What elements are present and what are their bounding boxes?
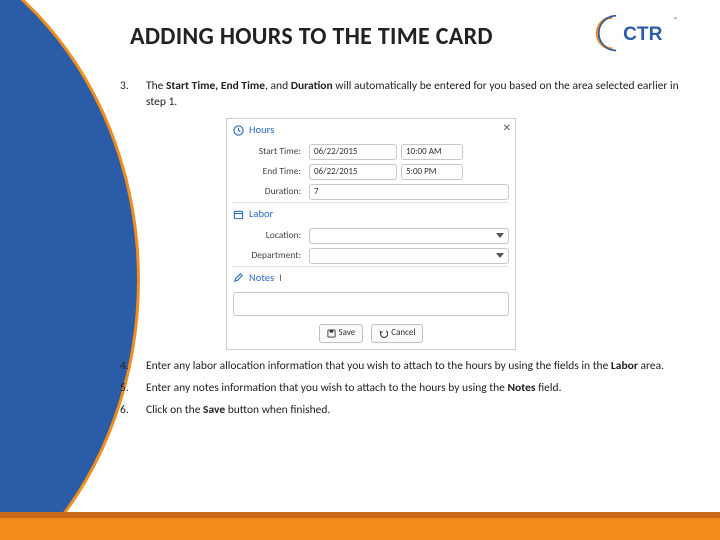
- end-time-row: End Time: 06/22/2015 5:00 PM: [227, 162, 515, 182]
- page-title: ADDING HOURS TO THE TIME CARD: [130, 22, 493, 51]
- ctr-logo: CTR ™: [592, 14, 682, 54]
- notes-textarea[interactable]: [233, 292, 509, 316]
- cancel-button[interactable]: Cancel: [371, 324, 423, 343]
- step-number: 6.: [120, 402, 129, 418]
- duration-field[interactable]: 7: [309, 184, 509, 200]
- content-body: 3. The Start Time, End Time, and Duratio…: [120, 78, 690, 424]
- step-number: 4.: [120, 358, 129, 374]
- department-label: Department:: [233, 249, 305, 262]
- step-list: 3. The Start Time, End Time, and Duratio…: [120, 78, 690, 418]
- duration-label: Duration:: [233, 185, 305, 198]
- duration-row: Duration: 7: [227, 182, 515, 202]
- start-date-field[interactable]: 06/22/2015: [309, 144, 397, 160]
- step-5: 5. Enter any notes information that you …: [120, 380, 690, 396]
- step-text: Click on the Save button when finished.: [146, 403, 330, 417]
- undo-icon: [379, 329, 388, 338]
- end-date-field[interactable]: 06/22/2015: [309, 164, 397, 180]
- department-select[interactable]: [309, 248, 509, 264]
- location-select[interactable]: [309, 228, 509, 244]
- step-4: 4. Enter any labor allocation informatio…: [120, 358, 690, 374]
- end-time-field[interactable]: 5:00 PM: [401, 164, 463, 180]
- step-text: The Start Time, End Time, and Duration w…: [146, 79, 679, 109]
- location-row: Location:: [227, 226, 515, 246]
- location-label: Location:: [233, 229, 305, 242]
- labor-header-label: Labor: [249, 207, 273, 222]
- svg-text:™: ™: [674, 17, 678, 23]
- end-time-label: End Time:: [233, 165, 305, 178]
- start-time-label: Start Time:: [233, 145, 305, 158]
- bottom-bar-light: [0, 518, 720, 540]
- save-button-label: Save: [339, 327, 356, 340]
- step-number: 3.: [120, 78, 129, 94]
- popup-footer: Save Cancel: [227, 320, 515, 349]
- step-text: Enter any labor allocation information t…: [146, 359, 664, 373]
- labor-section-header: Labor: [227, 203, 515, 226]
- hours-popup: ✕ Hours Start Time: 06/22/2015 10:00 AM: [226, 118, 516, 350]
- hours-header-label: Hours: [249, 123, 274, 138]
- notes-header-label: Notes: [249, 271, 274, 286]
- step-6: 6. Click on the Save button when finishe…: [120, 402, 690, 418]
- department-row: Department:: [227, 246, 515, 266]
- step-3: 3. The Start Time, End Time, and Duratio…: [120, 78, 690, 350]
- calendar-icon: [233, 209, 244, 220]
- step-number: 5.: [120, 380, 129, 396]
- left-arc-decoration: [0, 0, 140, 540]
- close-icon[interactable]: ✕: [503, 121, 511, 135]
- notes-section-header: NotesI: [227, 267, 515, 290]
- pencil-icon: [233, 272, 244, 283]
- save-button[interactable]: Save: [319, 324, 364, 343]
- start-time-row: Start Time: 06/22/2015 10:00 AM: [227, 142, 515, 162]
- cancel-button-label: Cancel: [391, 327, 415, 340]
- slide: ADDING HOURS TO THE TIME CARD CTR ™ 3. T…: [0, 0, 720, 540]
- save-icon: [327, 329, 336, 338]
- clock-icon: [233, 125, 244, 136]
- step-text: Enter any notes information that you wis…: [146, 381, 561, 395]
- start-time-field[interactable]: 10:00 AM: [401, 144, 463, 160]
- logo-text: CTR: [623, 24, 662, 45]
- hours-section-header: Hours: [227, 119, 515, 142]
